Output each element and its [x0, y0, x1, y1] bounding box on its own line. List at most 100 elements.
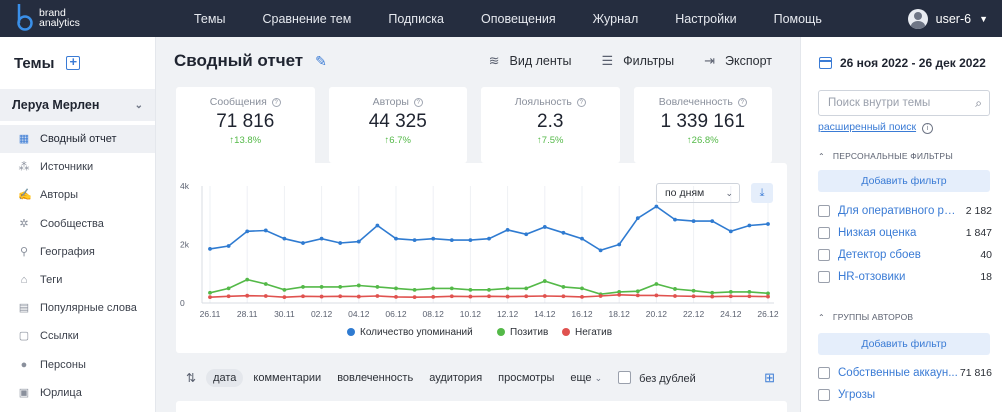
kpi-loyalty[interactable]: Лояльность ? 2.3 ↑7.5% [481, 87, 620, 163]
filter-name[interactable]: Для оперативного ре... [838, 205, 958, 217]
kpi-authors[interactable]: Авторы ? 44 325 ↑6.7% [328, 87, 467, 163]
sidebar-item-popular-words[interactable]: ▤ Популярные слова [0, 294, 155, 322]
nav-subscription[interactable]: Подписка [388, 12, 444, 26]
nav-help[interactable]: Помощь [774, 12, 822, 26]
data-point [282, 295, 287, 300]
sort-icon[interactable]: ⇅ [186, 371, 196, 385]
filter-checkbox[interactable] [818, 227, 830, 239]
filter-name[interactable]: Детектор сбоев [838, 249, 958, 261]
filter-checkbox[interactable] [818, 205, 830, 217]
sidebar-item-communities[interactable]: ✲ Сообщества [0, 210, 155, 238]
avatar [907, 8, 928, 29]
author-groups-header[interactable]: ⌃ ГРУППЫ АВТОРОВ [818, 312, 913, 322]
edit-icon[interactable]: ✎ [315, 53, 327, 70]
legend-marker [347, 328, 355, 336]
data-point [580, 294, 584, 299]
tab-audience[interactable]: аудитория [429, 372, 482, 384]
filters-button[interactable]: ☰ Фильтры [601, 53, 674, 69]
kpi-engagement[interactable]: Вовлеченность ? 1 339 161 ↑26.8% [633, 87, 772, 163]
data-point [524, 294, 529, 299]
filter-name[interactable]: Низкая оценка [838, 227, 958, 239]
date-range-picker[interactable]: 26 ноя 2022 - 26 дек 2022 [819, 56, 986, 70]
data-point [338, 241, 343, 245]
data-point [524, 286, 529, 291]
add-personal-filter-button[interactable]: Добавить фильтр [818, 170, 990, 192]
help-icon[interactable]: ? [413, 98, 423, 107]
sidebar-item-sources[interactable]: ⁂ Источники [0, 153, 155, 181]
tag-icon: ⌂ [20, 274, 28, 287]
nav-compare-themes[interactable]: Сравнение тем [262, 12, 351, 26]
advanced-search-link[interactable]: расширенный поиск i [818, 121, 934, 134]
brand-logo-mark-icon [17, 4, 33, 31]
add-column-icon[interactable]: ⊞ [764, 370, 775, 386]
tab-views[interactable]: просмотры [498, 372, 554, 384]
brand-logo[interactable]: brand analytics [14, 3, 94, 33]
filter-name[interactable]: Угрозы [838, 389, 958, 401]
data-point [338, 294, 343, 299]
nav-themes[interactable]: Темы [194, 12, 225, 26]
tab-date[interactable]: дата [206, 369, 244, 387]
data-point [580, 236, 584, 241]
add-theme-icon[interactable] [66, 54, 81, 70]
filter-count: 18 [980, 271, 992, 283]
data-point [394, 286, 398, 291]
feed-view-button[interactable]: ≋ Вид ленты [489, 53, 572, 69]
sidebar-item-geography[interactable]: ⚲ География [0, 238, 155, 266]
personal-filters-header[interactable]: ⌃ ПЕРСОНАЛЬНЫЕ ФИЛЬТРЫ [818, 151, 953, 161]
sidebar-item-authors[interactable]: ✍ Авторы [0, 181, 155, 209]
info-icon[interactable]: i [922, 123, 934, 134]
data-point [319, 294, 324, 299]
series-line [209, 205, 769, 252]
filter-name[interactable]: HR-отзовики [838, 271, 958, 283]
author-group-row[interactable]: Собственные аккаун... 71 816 [818, 365, 992, 381]
nav-alerts[interactable]: Оповещения [481, 12, 556, 26]
filter-count: 40 [980, 249, 992, 261]
authors-icon: ✍ [18, 189, 32, 202]
sidebar-item-label: Источники [40, 161, 94, 174]
help-icon[interactable]: ? [576, 98, 586, 107]
filter-row[interactable]: HR-отзовики 18 [818, 269, 992, 285]
filter-row[interactable]: Для оперативного ре... 2 182 [818, 203, 992, 219]
sidebar-item-tags[interactable]: ⌂ Теги [0, 266, 155, 294]
search-input[interactable]: Поиск внутри темы ⌕ [818, 90, 990, 116]
no-duplicates-checkbox[interactable] [618, 371, 632, 384]
project-selector[interactable]: Леруа Мерлен ⌄ [0, 89, 155, 121]
data-point [654, 293, 659, 298]
filter-row[interactable]: Детектор сбоев 40 [818, 247, 992, 263]
sidebar-item-summary-report[interactable]: ▦ Сводный отчет [0, 125, 155, 154]
nav-settings[interactable]: Настройки [675, 12, 736, 26]
no-duplicates-toggle[interactable]: без дублей [618, 371, 696, 385]
filter-checkbox[interactable] [818, 271, 830, 283]
nav-journal[interactable]: Журнал [593, 12, 639, 26]
x-tick-label: 26.12 [757, 309, 779, 319]
add-author-group-button[interactable]: Добавить фильтр [818, 333, 990, 355]
user-menu[interactable]: user-6 ▼ [907, 0, 988, 37]
help-icon[interactable]: ? [737, 98, 747, 107]
kpi-messages[interactable]: Сообщения ? 71 816 ↑13.8% [176, 87, 315, 167]
data-point [449, 294, 454, 299]
help-icon[interactable]: ? [271, 98, 281, 107]
period-select[interactable]: по дням ⌄ [656, 183, 740, 203]
filter-checkbox[interactable] [818, 249, 830, 261]
filter-checkbox[interactable] [818, 367, 830, 379]
sidebar-item-persons[interactable]: ● Персоны [0, 351, 155, 379]
sidebar-item-companies[interactable]: ▣ Юрлица [0, 379, 155, 407]
filter-checkbox[interactable] [818, 389, 830, 401]
data-point [580, 286, 584, 291]
filter-row[interactable]: Низкая оценка 1 847 [818, 225, 992, 241]
search-icon[interactable]: ⌕ [975, 91, 982, 115]
sidebar-item-links[interactable]: ▢ Ссылки [0, 322, 155, 350]
tab-more[interactable]: еще ⌄ [570, 372, 602, 384]
filter-name[interactable]: Собственные аккаун... [838, 367, 958, 379]
user-name: user-6 [935, 11, 972, 26]
sidebar-item-label: Ссылки [40, 330, 79, 343]
kpi-label: Лояльность [514, 96, 572, 108]
export-button[interactable]: ⇥ Экспорт [704, 53, 772, 69]
sidebar-item-label: География [40, 245, 95, 258]
download-button[interactable]: ⤓ [751, 183, 773, 203]
data-point [431, 294, 436, 299]
tab-comments[interactable]: комментарии [253, 372, 321, 384]
tab-engagement[interactable]: вовлеченность [337, 372, 413, 384]
author-group-row[interactable]: Угрозы [818, 387, 992, 403]
sidebar-item-label: Теги [40, 274, 63, 287]
